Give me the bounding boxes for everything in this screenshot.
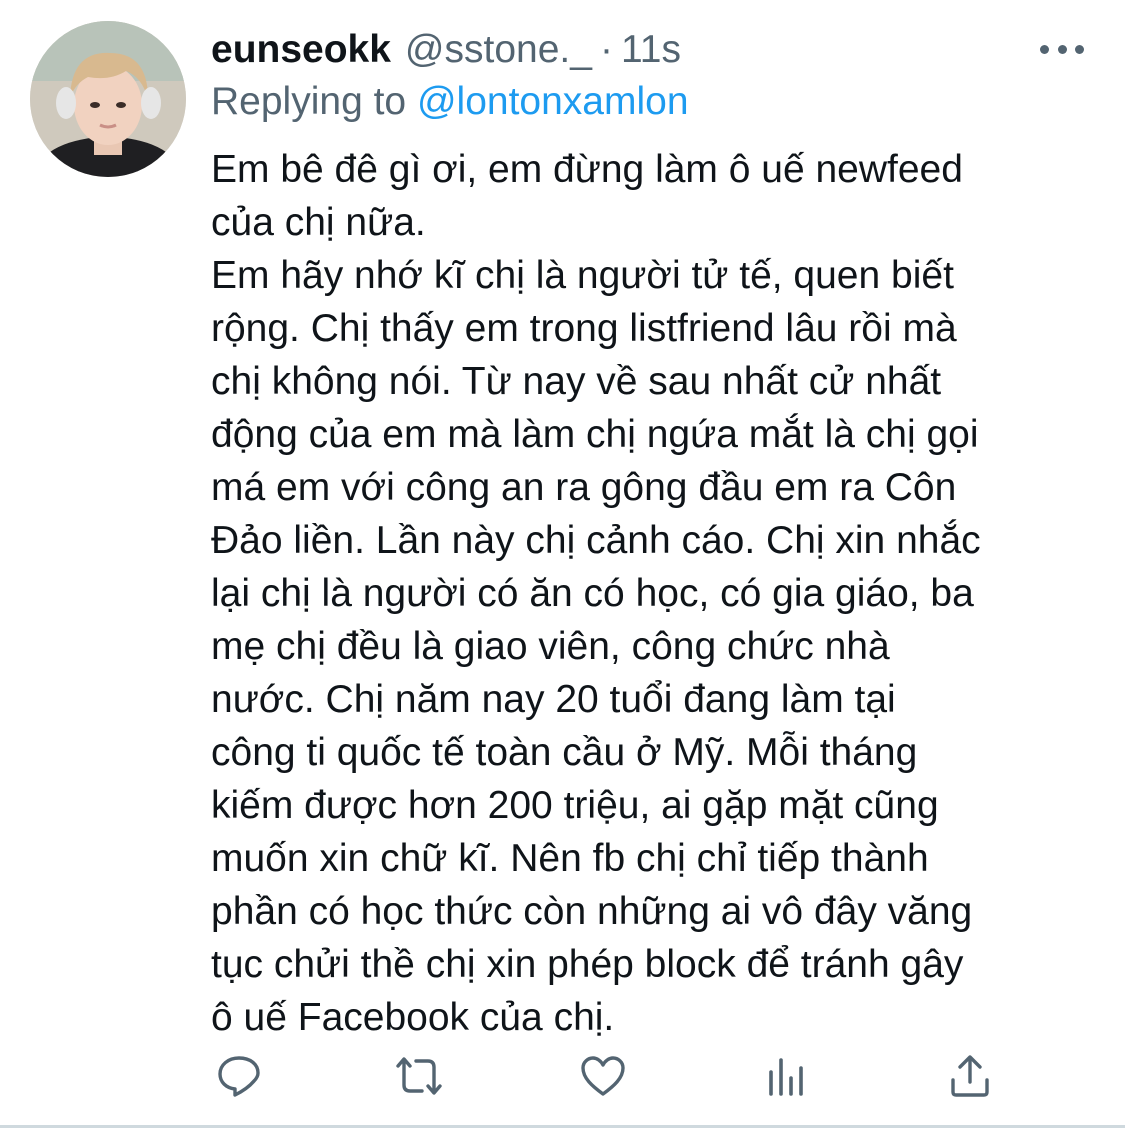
replying-to: Replying to @lontonxamlon [211, 77, 689, 127]
tweet-text-line: công ti quốc tế toàn cầu ở Mỹ. Mỗi tháng [211, 731, 918, 774]
display-name[interactable]: eunseokk [211, 24, 391, 76]
tweet-text-line: kiếm được hơn 200 triệu, ai gặp mặt cũng [211, 784, 939, 827]
tweet-text-line: Em hãy nhớ kĩ chị là người tử tế, quen b… [211, 254, 954, 297]
heart-icon [581, 1056, 625, 1096]
retweet-button[interactable] [391, 1048, 447, 1104]
reply-button[interactable] [211, 1048, 267, 1104]
user-handle[interactable]: @sstone._ [405, 24, 592, 76]
tweet-text-line: nước. Chị năm nay 20 tuổi đang làm tại [211, 678, 896, 721]
share-button[interactable] [942, 1048, 998, 1104]
tweet-text-line: Đảo liền. Lần này chị cảnh cáo. Chị xin … [211, 519, 981, 562]
replying-to-handle[interactable]: @lontonxamlon [417, 80, 689, 123]
tweet-text-line: mẹ chị đều là giao viên, công chức nhà [211, 625, 890, 668]
more-dot [1075, 44, 1084, 54]
avatar[interactable] [30, 21, 186, 177]
avatar-image [30, 21, 186, 177]
tweet-text-line: của chị nữa. [211, 201, 426, 244]
tweet-text: Em bê đê gì ơi, em đừng làm ô uế newfeed… [211, 143, 1091, 1044]
more-dot [1057, 44, 1067, 54]
tweet-text-line: tục chửi thề chị xin phép block để tránh… [211, 943, 964, 986]
like-button[interactable] [575, 1048, 631, 1104]
share-upload-icon [951, 1055, 989, 1097]
timestamp[interactable]: 11s [621, 24, 681, 76]
replying-to-label: Replying to [211, 80, 417, 123]
tweet-text-line: Em bê đê gì ơi, em đừng làm ô uế newfeed [211, 148, 963, 191]
analytics-button[interactable] [758, 1048, 814, 1104]
tweet-text-line: chị không nói. Từ nay về sau nhất cử nhấ… [211, 360, 942, 403]
tweet-text-line: rộng. Chị thấy em trong listfriend lâu r… [211, 307, 957, 350]
reply-bubble-icon [218, 1056, 260, 1097]
tweet[interactable]: eunseokk @sstone._ · 11s Replying to @lo… [0, 0, 1125, 1128]
more-horizontal-icon[interactable] [1040, 38, 1084, 60]
tweet-text-line: ô uế Facebook của chị. [211, 996, 615, 1039]
tweet-text-line: phần có học thức còn những ai vô đây văn… [211, 890, 973, 933]
tweet-text-line: lại chị là người có ăn có học, có gia gi… [211, 572, 974, 615]
retweet-icon [396, 1057, 442, 1095]
tweet-actions [0, 1048, 1125, 1104]
tweet-header: eunseokk @sstone._ · 11s [211, 24, 681, 76]
tweet-text-line: muốn xin chữ kĩ. Nên fb chị chỉ tiếp thà… [211, 837, 929, 880]
separator-dot: · [599, 28, 613, 71]
tweet-text-line: má em với công an ra gông đầu em ra Côn [211, 466, 957, 509]
more-dot [1040, 44, 1049, 54]
analytics-bars-icon [769, 1058, 803, 1096]
tweet-text-line: động của em mà làm chị ngứa mắt là chị g… [211, 413, 979, 456]
